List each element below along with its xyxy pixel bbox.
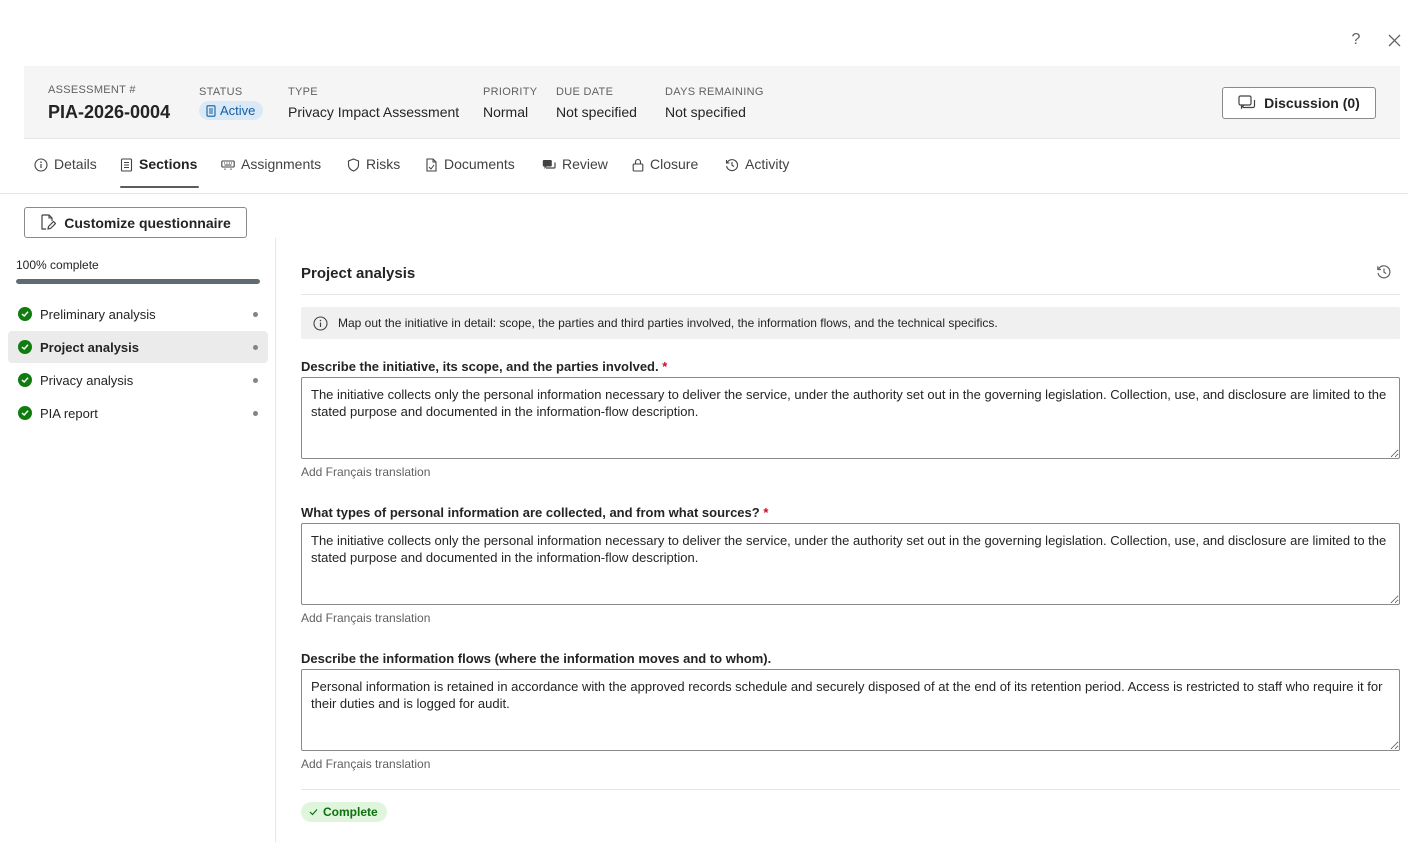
tab-closure-label: Closure [650,156,699,172]
progress-label: 100% complete [16,258,99,272]
required-marker: * [662,359,668,374]
status-dot [253,344,258,350]
tab-risks-label: Risks [366,156,401,172]
answer-textarea-initiative[interactable]: The initiative collects only the persona… [301,377,1400,459]
title-divider [301,294,1400,295]
complete-label: Complete [323,805,378,819]
chat-icon [542,160,556,169]
sections-sidebar: 100% complete Preliminary analysis Proje… [0,238,276,842]
help-button[interactable]: ? [1346,30,1366,50]
status-value: Active [220,103,256,118]
tab-risks[interactable]: Risks [347,156,400,188]
customize-questionnaire-button[interactable]: Customize questionnaire [24,207,247,238]
days-remaining-label: DAYS REMAINING [665,86,764,98]
type-value: Privacy Impact Assessment [288,104,460,120]
discussion-button[interactable]: Discussion (0) [1222,87,1376,119]
add-translation-link[interactable]: Add Français translation [301,465,430,479]
section-info-bar: Map out the initiative in detail: scope,… [301,307,1400,339]
answer-textarea-info-types[interactable]: The initiative collects only the persona… [301,523,1400,605]
close-icon [1388,34,1400,46]
question-text: What types of personal information are c… [301,505,760,520]
checkmark-circle-icon [18,340,32,354]
assessment-number-label: ASSESSMENT # [48,84,136,96]
question-label: What types of personal information are c… [301,505,768,520]
complete-badge: Complete [301,802,387,822]
shield-icon [347,158,360,172]
due-date-label: DUE DATE [556,86,614,98]
tab-review[interactable]: Review [542,156,608,188]
tab-closure[interactable]: Closure [632,156,698,188]
status-label: STATUS [199,86,243,98]
close-button[interactable] [1384,30,1404,50]
info-icon [313,315,328,331]
days-remaining-value: Not specified [665,104,746,120]
progress-fill [16,279,260,284]
tab-assignments-label: Assignments [241,156,322,172]
document-icon [426,158,437,172]
assessment-header: ASSESSMENT # PIA-2026-0004 STATUS Active… [24,66,1400,139]
section-title: Project analysis [301,265,416,282]
tab-details[interactable]: Details [34,156,97,188]
required-marker: * [763,505,769,520]
tab-activity[interactable]: Activity [725,156,789,188]
sidebar-item-privacy-analysis[interactable]: Privacy analysis [8,364,268,396]
tab-assignments[interactable]: Assignments [221,156,321,188]
discussion-label: Discussion (0) [1264,95,1360,111]
tab-documents-label: Documents [444,156,515,172]
help-icon: ? [1351,31,1361,48]
status-badge: Active [199,101,264,120]
sidebar-item-label: Preliminary analysis [40,306,156,322]
priority-label: PRIORITY [483,86,538,98]
edit-document-icon [41,214,57,230]
status-dot [253,311,258,317]
sidebar-item-pia-report[interactable]: PIA report [8,397,268,429]
keyboard-icon [221,160,235,170]
answer-textarea-info-flows[interactable]: Personal information is retained in acco… [301,669,1400,751]
tab-documents[interactable]: Documents [425,156,515,188]
history-icon [1377,265,1391,279]
section-history-button[interactable] [1376,264,1394,282]
tab-details-label: Details [54,156,97,172]
window-controls: ? [1346,30,1404,50]
question-label: Describe the information flows (where th… [301,651,771,666]
sidebar-item-label: Privacy analysis [40,372,134,388]
question-label: Describe the initiative, its scope, and … [301,359,667,374]
type-label: TYPE [288,86,318,98]
status-dot [253,377,258,383]
status-dot [253,410,258,416]
assessment-number-value: PIA-2026-0004 [48,102,171,122]
tab-activity-label: Activity [745,156,790,172]
tab-sections[interactable]: Sections [120,156,200,188]
priority-value: Normal [483,104,529,120]
section-info-text: Map out the initiative in detail: scope,… [338,316,998,330]
sidebar-item-label: PIA report [40,405,98,421]
info-icon [34,158,48,172]
history-icon [725,159,739,172]
document-list-icon [120,158,133,172]
sidebar-item-preliminary-analysis[interactable]: Preliminary analysis [8,298,268,330]
customize-questionnaire-label: Customize questionnaire [64,214,231,231]
add-translation-link[interactable]: Add Français translation [301,611,430,625]
add-translation-link[interactable]: Add Français translation [301,757,430,771]
tab-review-label: Review [562,156,608,172]
sidebar-item-project-analysis[interactable]: Project analysis [8,331,268,363]
tab-sections-label: Sections [139,156,198,172]
tab-bar: Details Sections Assignments Risks Docum… [0,140,1408,194]
question-text: Describe the initiative, its scope, and … [301,359,659,374]
checkmark-circle-icon [18,307,32,321]
document-list-icon [206,104,216,117]
checkmark-circle-icon [18,406,32,420]
chat-icon [1238,95,1256,110]
checkmark-icon [309,809,318,816]
progress-bar [16,279,260,284]
due-date-value: Not specified [556,104,637,120]
checkmark-circle-icon [18,373,32,387]
lock-icon [632,158,644,172]
sidebar-item-label: Project analysis [40,339,139,355]
question-text: Describe the information flows (where th… [301,651,772,666]
footer-divider [301,789,1400,790]
